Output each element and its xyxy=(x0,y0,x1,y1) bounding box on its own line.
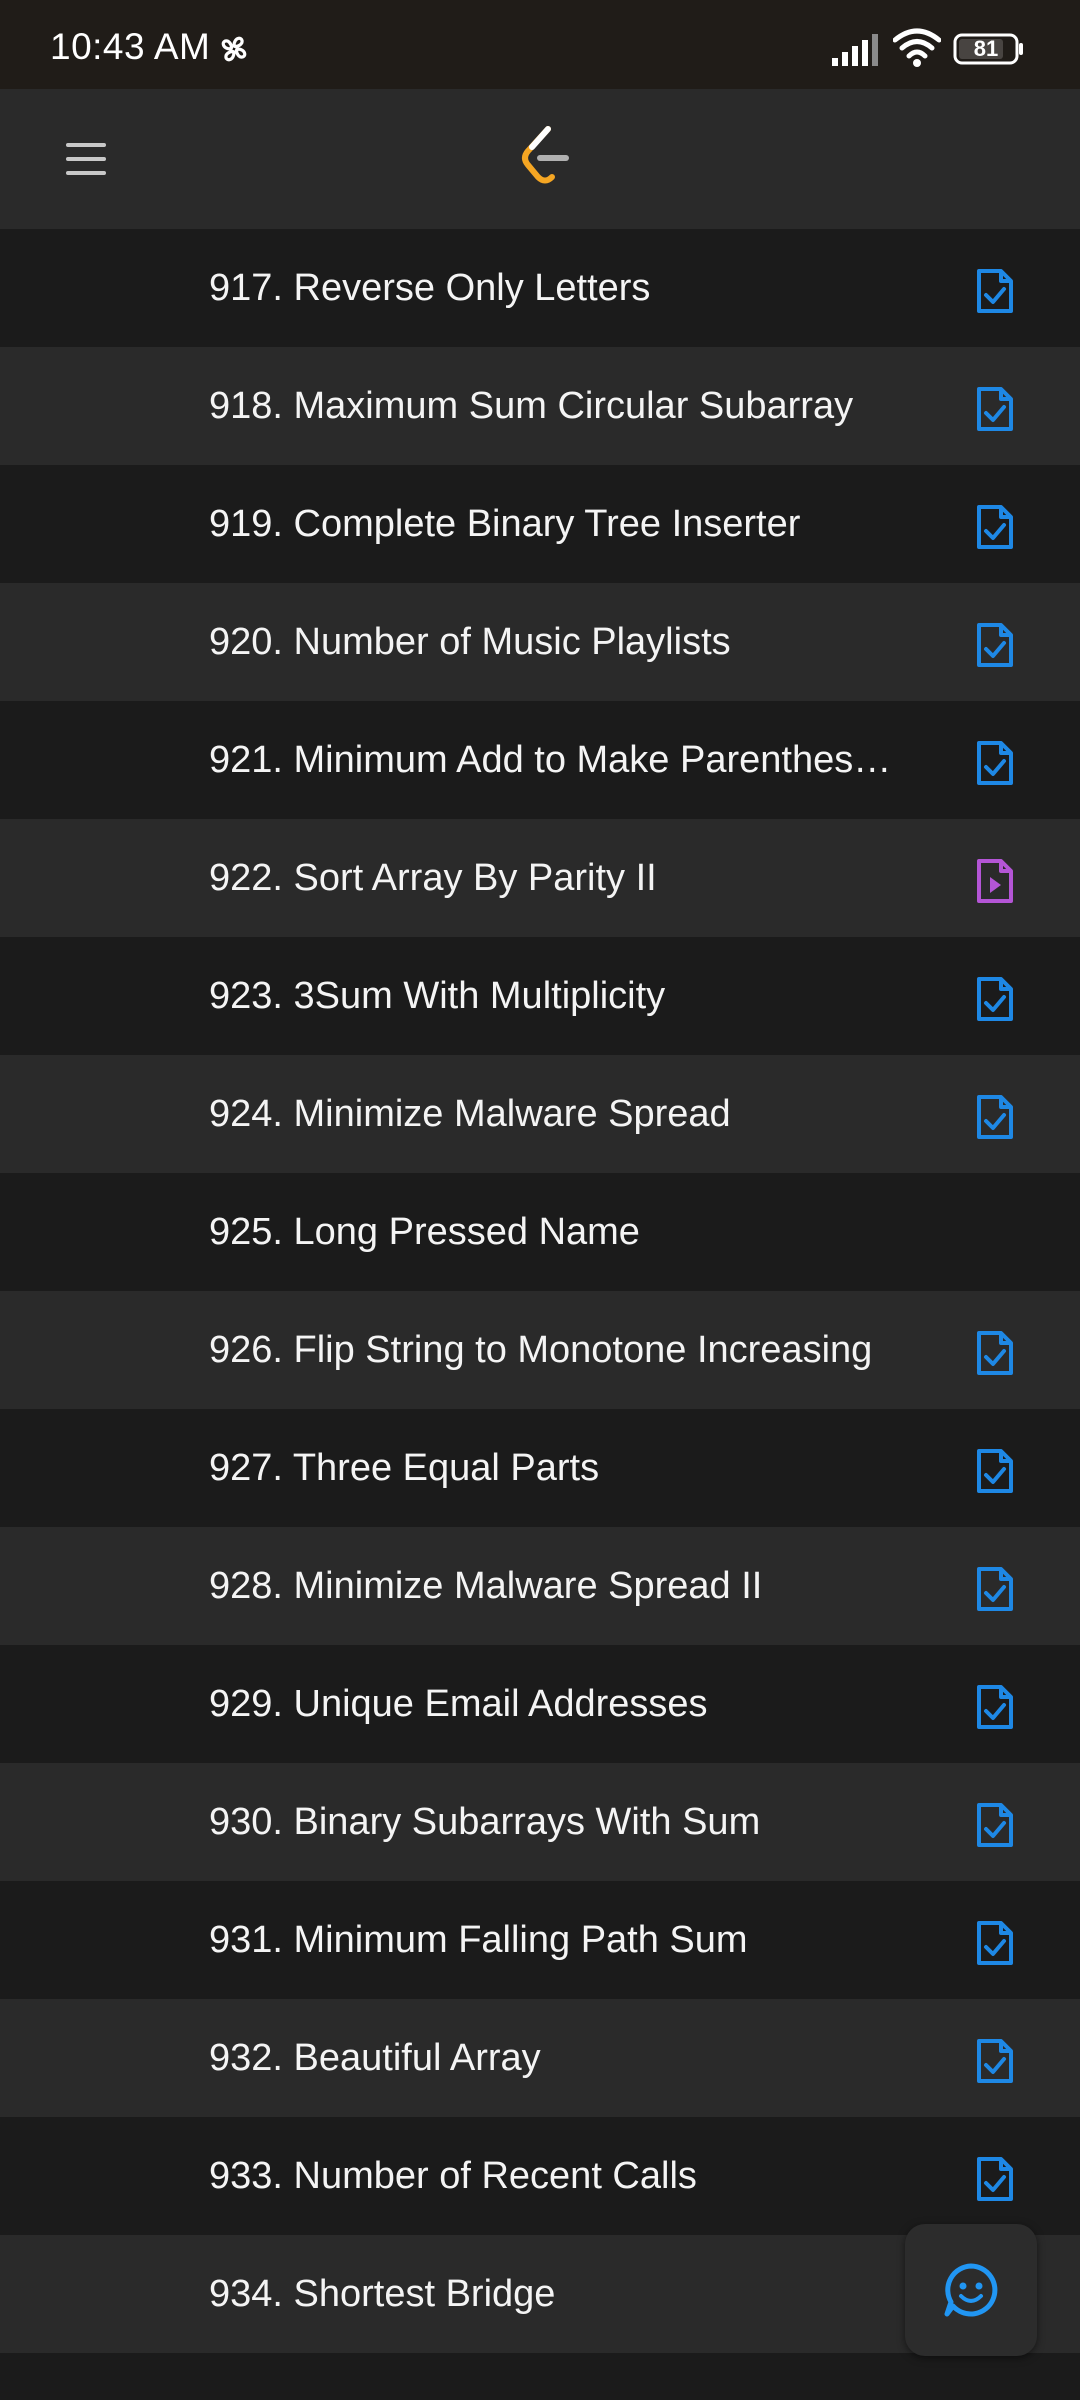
problem-title: 921. Minimum Add to Make Parentheses Val… xyxy=(209,739,909,781)
problem-title: 931. Minimum Falling Path Sum xyxy=(209,1919,748,1961)
solved-doc-check-icon xyxy=(977,1685,1013,1729)
solved-doc-check-icon xyxy=(977,387,1013,431)
problem-title: 928. Minimize Malware Spread II xyxy=(209,1565,763,1607)
problem-row[interactable]: 922. Sort Array By Parity II xyxy=(0,819,1080,937)
smiley-chat-icon xyxy=(944,2263,998,2317)
problem-row[interactable]: 933. Number of Recent Calls xyxy=(0,2117,1080,2235)
problem-title: 933. Number of Recent Calls xyxy=(209,2155,697,2197)
problem-row[interactable]: 930. Binary Subarrays With Sum xyxy=(0,1763,1080,1881)
problem-title: 929. Unique Email Addresses xyxy=(209,1683,708,1725)
problem-row[interactable]: 920. Number of Music Playlists xyxy=(0,583,1080,701)
solved-doc-check-icon xyxy=(977,1921,1013,1965)
solved-doc-check-icon xyxy=(977,2039,1013,2083)
problem-row[interactable]: 925. Long Pressed Name xyxy=(0,1173,1080,1291)
solved-doc-check-icon xyxy=(977,977,1013,1021)
problem-row[interactable]: 928. Minimize Malware Spread II xyxy=(0,1527,1080,1645)
leetcode-logo-icon[interactable] xyxy=(518,125,572,191)
problem-title: 925. Long Pressed Name xyxy=(209,1211,640,1253)
solved-doc-check-icon xyxy=(977,741,1013,785)
app-screen: 10:43 AM 81 917. Reverse Only Letters 91… xyxy=(0,0,1080,2400)
status-time: 10:43 AM xyxy=(50,26,211,67)
wifi-icon xyxy=(893,28,941,67)
problem-title: 922. Sort Array By Parity II xyxy=(209,857,657,899)
problem-title: 927. Three Equal Parts xyxy=(209,1447,600,1489)
problem-row[interactable]: 921. Minimum Add to Make Parentheses Val… xyxy=(0,701,1080,819)
problem-row[interactable]: 927. Three Equal Parts xyxy=(0,1409,1080,1527)
fan-icon xyxy=(221,36,247,62)
problem-title: 917. Reverse Only Letters xyxy=(209,267,651,309)
solved-doc-check-icon xyxy=(977,1331,1013,1375)
problem-row[interactable]: 917. Reverse Only Letters xyxy=(0,229,1080,347)
problem-title: 934. Shortest Bridge xyxy=(209,2273,556,2315)
solved-doc-check-icon xyxy=(977,1449,1013,1493)
solved-doc-check-icon xyxy=(977,505,1013,549)
video-doc-icon xyxy=(977,859,1013,903)
solved-doc-check-icon xyxy=(977,1095,1013,1139)
problem-row[interactable]: 926. Flip String to Monotone Increasing xyxy=(0,1291,1080,1409)
problem-row[interactable]: 931. Minimum Falling Path Sum xyxy=(0,1881,1080,1999)
problem-title: 923. 3Sum With Multiplicity xyxy=(209,975,666,1017)
chat-fab-button[interactable] xyxy=(905,2224,1037,2356)
solved-doc-check-icon xyxy=(977,1567,1013,1611)
signal-icon xyxy=(832,34,878,66)
problem-title: 920. Number of Music Playlists xyxy=(209,621,731,663)
solved-doc-check-icon xyxy=(977,2157,1013,2201)
problem-row[interactable]: 918. Maximum Sum Circular Subarray xyxy=(0,347,1080,465)
problem-title: 918. Maximum Sum Circular Subarray xyxy=(209,385,854,427)
problem-row[interactable]: 924. Minimize Malware Spread xyxy=(0,1055,1080,1173)
problem-list: 917. Reverse Only Letters 918. Maximum Su… xyxy=(0,229,1080,2353)
problem-title: 924. Minimize Malware Spread xyxy=(209,1093,731,1135)
app-bar xyxy=(0,89,1080,229)
problem-title: 926. Flip String to Monotone Increasing xyxy=(209,1329,873,1371)
problem-row[interactable]: 932. Beautiful Array xyxy=(0,1999,1080,2117)
status-bar: 10:43 AM 81 xyxy=(0,0,1080,89)
solved-doc-check-icon xyxy=(977,623,1013,667)
menu-icon[interactable] xyxy=(66,141,106,177)
problem-title: 930. Binary Subarrays With Sum xyxy=(209,1801,761,1843)
problem-row[interactable]: 929. Unique Email Addresses xyxy=(0,1645,1080,1763)
problem-title: 919. Complete Binary Tree Inserter xyxy=(209,503,801,545)
problem-row[interactable]: 923. 3Sum With Multiplicity xyxy=(0,937,1080,1055)
problem-row[interactable]: 919. Complete Binary Tree Inserter xyxy=(0,465,1080,583)
solved-doc-check-icon xyxy=(977,1803,1013,1847)
battery-level: 81 xyxy=(973,36,999,61)
problem-title: 932. Beautiful Array xyxy=(209,2037,541,2079)
solved-doc-check-icon xyxy=(977,269,1013,313)
